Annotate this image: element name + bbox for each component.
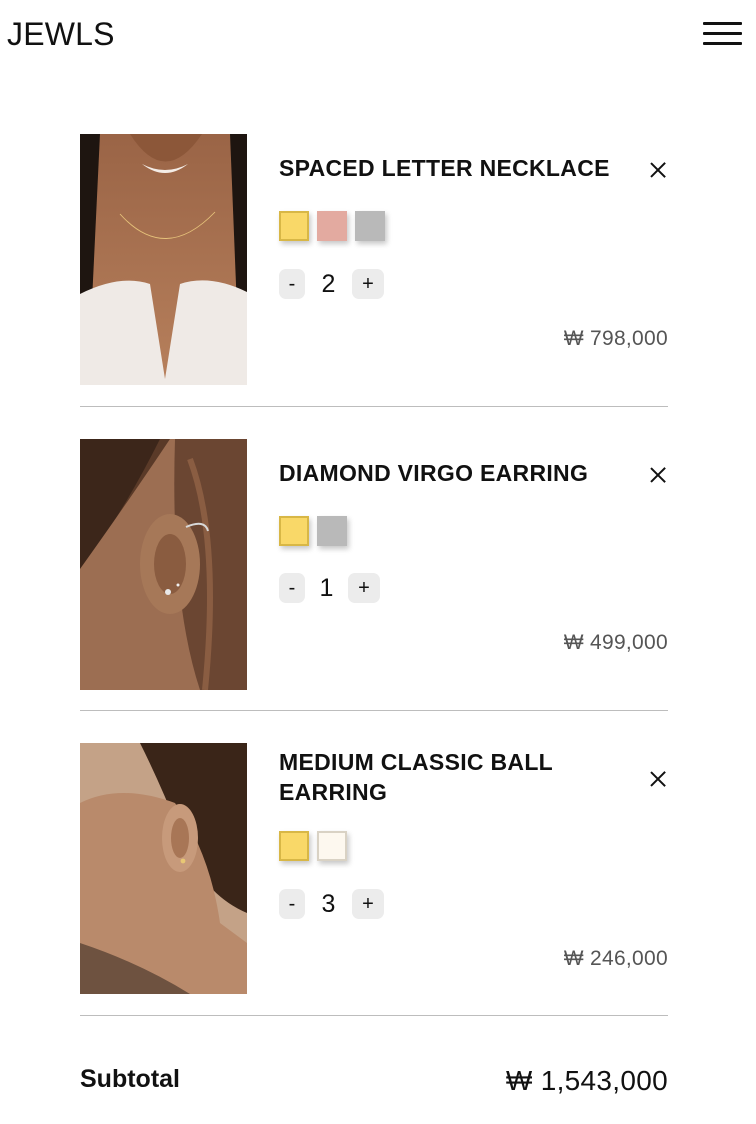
quantity-value: 1: [319, 573, 334, 602]
product-image-necklace[interactable]: [80, 134, 247, 385]
divider: [80, 710, 668, 711]
header: JEWLS: [0, 0, 756, 80]
quantity-stepper: - 1 +: [279, 573, 380, 603]
increase-quantity-button[interactable]: +: [352, 889, 384, 919]
color-swatches: [279, 211, 385, 241]
color-swatches: [279, 516, 347, 546]
remove-item-close-icon[interactable]: [648, 160, 668, 180]
quantity-value: 3: [321, 889, 336, 918]
color-swatch-gold[interactable]: [279, 211, 309, 241]
decrease-quantity-button[interactable]: -: [279, 269, 305, 299]
divider: [80, 406, 668, 407]
item-price: ₩ 798,000: [563, 327, 668, 350]
color-swatch-silver[interactable]: [355, 211, 385, 241]
subtotal-label: Subtotal: [80, 1065, 180, 1093]
item-price: ₩ 246,000: [563, 947, 668, 970]
decrease-quantity-button[interactable]: -: [279, 889, 305, 919]
divider: [80, 1015, 668, 1016]
cart-item: SPACED LETTER NECKLACE - 2 + ₩ 798,000: [80, 134, 668, 386]
color-swatch-rose[interactable]: [317, 211, 347, 241]
quantity-stepper: - 3 +: [279, 889, 384, 919]
color-swatch-silver[interactable]: [317, 516, 347, 546]
color-swatch-gold[interactable]: [279, 831, 309, 861]
subtotal-value: ₩ 1,543,000: [505, 1065, 668, 1096]
quantity-value: 2: [321, 269, 336, 298]
product-name[interactable]: SPACED LETTER NECKLACE: [279, 153, 634, 183]
product-image-ball-earring[interactable]: [80, 743, 247, 994]
product-name[interactable]: DIAMOND VIRGO EARRING: [279, 458, 634, 488]
increase-quantity-button[interactable]: +: [352, 269, 384, 299]
brand-logo[interactable]: JEWLS: [7, 16, 115, 53]
product-image-virgo-earring[interactable]: [80, 439, 247, 690]
product-name[interactable]: MEDIUM CLASSIC BALL EARRING: [279, 747, 634, 807]
decrease-quantity-button[interactable]: -: [279, 573, 305, 603]
item-price: ₩ 499,000: [563, 631, 668, 654]
quantity-stepper: - 2 +: [279, 269, 384, 299]
remove-item-close-icon[interactable]: [648, 465, 668, 485]
cart-item: DIAMOND VIRGO EARRING - 1 + ₩ 499,000: [80, 439, 668, 691]
increase-quantity-button[interactable]: +: [348, 573, 380, 603]
cart-item: MEDIUM CLASSIC BALL EARRING - 3 + ₩ 246,…: [80, 743, 668, 995]
color-swatch-cream[interactable]: [317, 831, 347, 861]
color-swatch-gold[interactable]: [279, 516, 309, 546]
remove-item-close-icon[interactable]: [648, 769, 668, 789]
hamburger-menu-icon[interactable]: [703, 20, 743, 48]
color-swatches: [279, 831, 347, 861]
